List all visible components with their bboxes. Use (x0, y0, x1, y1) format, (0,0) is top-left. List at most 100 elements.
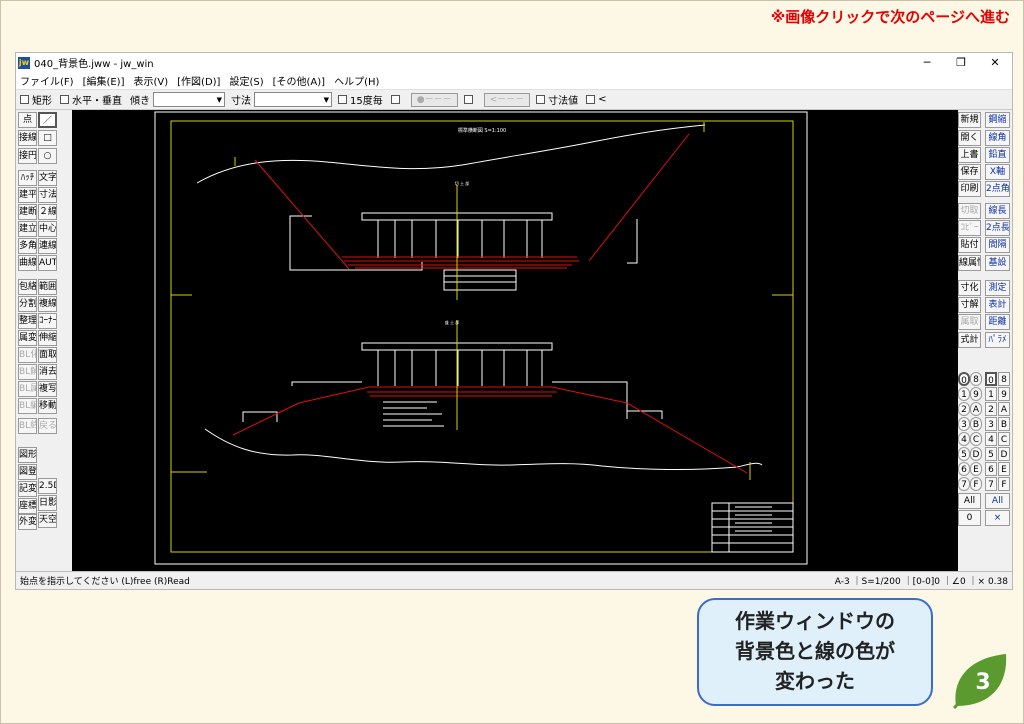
lt-checkbox[interactable]: < (586, 94, 607, 105)
tool-15[interactable]: 連線 (38, 238, 57, 254)
layer-button-15[interactable]: F (970, 477, 982, 491)
edit-tool-14[interactable]: 0 (958, 510, 981, 526)
tool-28[interactable]: BL解 (18, 364, 37, 380)
tool-33[interactable]: 移動 (38, 398, 57, 414)
layer-button-4[interactable]: 4 (958, 432, 970, 446)
layer-button-10[interactable]: A (970, 402, 982, 416)
group-button-8[interactable]: 8 (998, 372, 1010, 386)
group-button-12[interactable]: C (998, 432, 1010, 446)
measure-tool-3[interactable]: X軸 (985, 164, 1010, 180)
group-button-7[interactable]: 7 (985, 477, 997, 491)
tilt-combo[interactable]: ▼ (153, 92, 225, 107)
tool-14[interactable]: 多角形 (18, 238, 37, 254)
edit-tool-7[interactable]: 貼付 (958, 237, 981, 253)
tool-3[interactable]: □ (38, 130, 57, 146)
measure-tool-0[interactable]: 鋼縮 (985, 112, 1010, 128)
tool-24[interactable]: 属変 (18, 330, 37, 346)
menu-help[interactable]: ヘルプ(H) (334, 73, 379, 88)
edit-tool-0[interactable]: 新規 (958, 112, 981, 128)
tool-25[interactable]: 伸縮 (38, 330, 57, 346)
edit-tool-3[interactable]: 保存 (958, 164, 981, 180)
group-button-4[interactable]: 4 (985, 432, 997, 446)
menu-draw[interactable]: [作図(D)] (177, 73, 220, 88)
tool-12[interactable]: 建立 (18, 221, 37, 237)
tool-1[interactable]: ／ (38, 112, 57, 128)
layer-button-11[interactable]: B (970, 417, 982, 431)
tool-17[interactable]: AUTO (38, 255, 57, 271)
circle-mode-button[interactable]: ●－－－ (410, 92, 458, 107)
tool-26[interactable]: BL化 (18, 347, 37, 363)
maximize-button[interactable]: ❐ (944, 56, 978, 69)
tool-27[interactable]: 面取 (38, 347, 57, 363)
tool-40[interactable]: 座標 (18, 498, 37, 514)
tool-30[interactable]: BL属 (18, 381, 37, 397)
tool-42[interactable]: 外変 (18, 514, 37, 530)
measure-tool-11[interactable]: 距離 (985, 314, 1010, 330)
group-button-5[interactable]: 5 (985, 447, 997, 461)
tool-41[interactable]: 日影 (38, 495, 57, 511)
layer-button-1[interactable]: 1 (958, 387, 970, 401)
dim-combo[interactable]: ▼ (254, 92, 332, 107)
tool-16[interactable]: 曲線 (18, 255, 37, 271)
group-button-0[interactable]: 0 (985, 372, 997, 386)
edit-tool-5[interactable]: 切取 (958, 203, 981, 219)
menu-settings[interactable]: 設定(S) (229, 73, 263, 88)
edit-tool-12[interactable]: 式計 (958, 332, 981, 348)
tool-35[interactable]: 戻る (38, 418, 57, 434)
minimize-button[interactable]: ─ (910, 56, 944, 69)
tool-4[interactable]: 接円 (18, 148, 37, 164)
drawing-canvas[interactable]: 標準横断図 S=1:100 切 土 部 盛 土 部 (72, 110, 958, 573)
measure-tool-7[interactable]: 間隔 (985, 237, 1010, 253)
layer-button-14[interactable]: E (970, 462, 982, 476)
layer-button-3[interactable]: 3 (958, 417, 970, 431)
tool-13[interactable]: 中心線 (38, 221, 57, 237)
tool-23[interactable]: ｺｰﾅｰ (38, 313, 57, 329)
menu-file[interactable]: ファイル(F) (20, 73, 74, 88)
edit-tool-4[interactable]: 印刷 (958, 181, 981, 197)
measure-tool-10[interactable]: 表計 (985, 297, 1010, 313)
measure-tool-2[interactable]: 鉛直 (985, 147, 1010, 163)
tool-7[interactable]: 文字 (38, 170, 57, 186)
group-button-14[interactable]: E (998, 462, 1010, 476)
tool-38[interactable]: 記変 (18, 481, 37, 497)
group-button-1[interactable]: 1 (985, 387, 997, 401)
tool-32[interactable]: BL編 (18, 398, 37, 414)
layer-button-5[interactable]: 5 (958, 447, 970, 461)
menu-view[interactable]: 表示(V) (134, 73, 169, 88)
menu-other[interactable]: [その他(A)] (273, 73, 325, 88)
layer-button-9[interactable]: 9 (970, 387, 982, 401)
group-button-9[interactable]: 9 (998, 387, 1010, 401)
deg15-checkbox[interactable]: 15度毎 (338, 92, 383, 107)
group-button-11[interactable]: B (998, 417, 1010, 431)
dimval-checkbox[interactable]: 寸法値 (536, 92, 578, 107)
tool-37[interactable]: 図登 (18, 464, 37, 480)
tool-34[interactable]: BL終 (18, 418, 37, 434)
tool-5[interactable]: ○ (38, 148, 57, 164)
edit-tool-2[interactable]: 上書 (958, 147, 981, 163)
rect-checkbox[interactable]: 矩形 (20, 92, 52, 107)
layer-button-13[interactable]: D (970, 447, 982, 461)
edit-tool-8[interactable]: 線属性 (958, 255, 981, 271)
measure-tool-1[interactable]: 線角 (985, 130, 1010, 146)
circle-checkbox[interactable] (390, 95, 403, 104)
tool-10[interactable]: 建断 (18, 204, 37, 220)
group-button-15[interactable]: F (998, 477, 1010, 491)
tool-36[interactable]: 図形 (18, 447, 37, 463)
measure-tool-4[interactable]: 2点角 (985, 181, 1010, 197)
layer-button-7[interactable]: 7 (958, 477, 970, 491)
tool-43[interactable]: 天空 (38, 512, 57, 528)
group-button-6[interactable]: 6 (985, 462, 997, 476)
tool-19[interactable]: 範囲 (38, 279, 57, 295)
arrow-mode-button[interactable]: <－－－ (483, 92, 531, 107)
tool-29[interactable]: 消去 (38, 364, 57, 380)
measure-tool-12[interactable]: ﾊﾟﾗﾒ (985, 332, 1010, 348)
edit-tool-9[interactable]: 寸化 (958, 280, 981, 296)
tool-21[interactable]: 複線 (38, 296, 57, 312)
edit-tool-11[interactable]: 属取 (958, 314, 981, 330)
layer-button-8[interactable]: 8 (970, 372, 982, 386)
group-button-10[interactable]: A (998, 402, 1010, 416)
edit-tool-1[interactable]: 開く (958, 130, 981, 146)
tool-18[interactable]: 包絡 (18, 279, 37, 295)
group-button-2[interactable]: 2 (985, 402, 997, 416)
measure-tool-5[interactable]: 線長 (985, 203, 1010, 219)
